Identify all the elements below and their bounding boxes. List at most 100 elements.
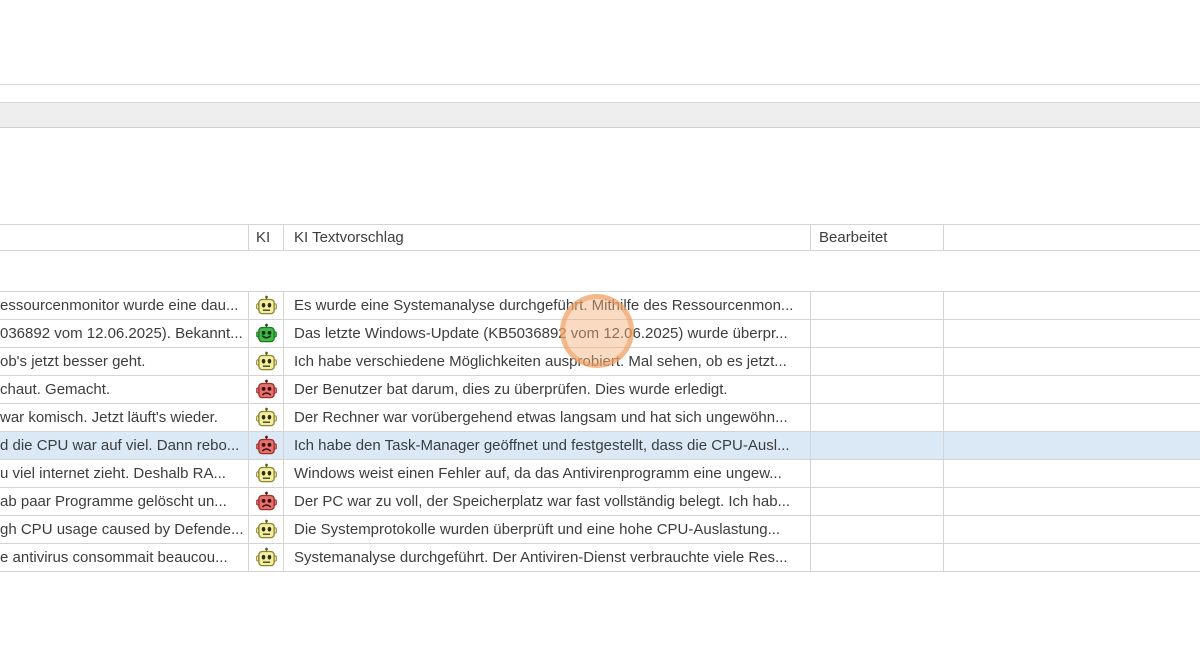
cell-bearbeitet (811, 460, 944, 487)
row-suggestion-text: Es wurde eine Systemanalyse durchgeführt… (294, 297, 793, 314)
cell-ki-status (249, 376, 284, 403)
cell-ki-status (249, 292, 284, 319)
robot-neutral-icon (256, 351, 277, 372)
row-suggestion-text: Der Rechner war vorübergehend etwas lang… (294, 409, 788, 426)
robot-sad-icon (256, 379, 277, 400)
cell-bearbeitet (811, 516, 944, 543)
table-row[interactable]: e antivirus consommait beaucou... System… (0, 544, 1200, 572)
cell-filler (944, 460, 1200, 487)
column-header-bearbeitet-label: Bearbeitet (819, 229, 887, 246)
cell-user-text: 036892 vom 12.06.2025). Bekannt... (0, 320, 249, 347)
row-left-text: d die CPU war auf viel. Dann rebo... (0, 437, 239, 454)
cell-ki-status (249, 348, 284, 375)
robot-sad-icon (256, 491, 277, 512)
cell-filler (944, 488, 1200, 515)
cell-ki-status (249, 404, 284, 431)
table-row[interactable]: gh CPU usage caused by Defende... Die Sy… (0, 516, 1200, 544)
cell-user-text: d die CPU war auf viel. Dann rebo... (0, 432, 249, 459)
column-header-bearbeitet[interactable]: Bearbeitet (811, 225, 944, 250)
robot-happy-icon (256, 323, 277, 344)
row-suggestion-text: Die Systemprotokolle wurden überprüft un… (294, 521, 780, 538)
cell-bearbeitet (811, 348, 944, 375)
row-suggestion-text: Systemanalyse durchgeführt. Der Antivire… (294, 549, 788, 566)
cell-user-text: ab paar Programme gelöscht un... (0, 488, 249, 515)
cell-ki-status (249, 516, 284, 543)
cell-bearbeitet (811, 292, 944, 319)
column-header-ki-textvorschlag[interactable]: KI Textvorschlag (284, 225, 811, 250)
cell-ki-suggestion: Der PC war zu voll, der Speicherplatz wa… (284, 488, 811, 515)
row-suggestion-text: Der Benutzer bat darum, dies zu überprüf… (294, 381, 728, 398)
row-left-text: chaut. Gemacht. (0, 381, 110, 398)
cell-ki-suggestion: Der Rechner war vorübergehend etwas lang… (284, 404, 811, 431)
row-left-text: e antivirus consommait beaucou... (0, 549, 228, 566)
row-suggestion-text: Windows weist einen Fehler auf, da das A… (294, 465, 782, 482)
cell-user-text: e antivirus consommait beaucou... (0, 544, 249, 571)
table-row[interactable]: 036892 vom 12.06.2025). Bekannt... Das l… (0, 320, 1200, 348)
row-left-text: 036892 vom 12.06.2025). Bekannt... (0, 325, 243, 342)
table-body: essourcenmonitor wurde eine dau... Es wu… (0, 291, 1200, 572)
table-header-row: KI KI Textvorschlag Bearbeitet (0, 224, 1200, 251)
table-row[interactable]: essourcenmonitor wurde eine dau... Es wu… (0, 292, 1200, 320)
cell-ki-suggestion: Ich habe verschiedene Möglichkeiten ausp… (284, 348, 811, 375)
column-header-ki[interactable]: KI (249, 225, 284, 250)
cell-ki-status (249, 432, 284, 459)
cell-ki-suggestion: Windows weist einen Fehler auf, da das A… (284, 460, 811, 487)
cell-ki-status (249, 460, 284, 487)
cell-ki-suggestion: Es wurde eine Systemanalyse durchgeführt… (284, 292, 811, 319)
cell-filler (944, 292, 1200, 319)
column-header-filler (944, 225, 1200, 250)
column-header-ki-label: KI (256, 229, 270, 246)
cell-bearbeitet (811, 544, 944, 571)
cell-filler (944, 544, 1200, 571)
robot-neutral-icon (256, 547, 277, 568)
cell-filler (944, 376, 1200, 403)
column-header-left (0, 225, 249, 250)
cell-filler (944, 348, 1200, 375)
toolbar-band (0, 103, 1200, 128)
table-row[interactable]: u viel internet zieht. Deshalb RA... Win… (0, 460, 1200, 488)
robot-sad-icon (256, 435, 277, 456)
cell-ki-suggestion: Der Benutzer bat darum, dies zu überprüf… (284, 376, 811, 403)
robot-neutral-icon (256, 463, 277, 484)
cell-ki-status (249, 488, 284, 515)
row-suggestion-text: Der PC war zu voll, der Speicherplatz wa… (294, 493, 790, 510)
row-left-text: ob's jetzt besser geht. (0, 353, 145, 370)
cell-bearbeitet (811, 432, 944, 459)
cell-filler (944, 320, 1200, 347)
cell-bearbeitet (811, 488, 944, 515)
row-suggestion-text: Ich habe den Task-Manager geöffnet und f… (294, 437, 790, 454)
table-row[interactable]: ab paar Programme gelöscht un... Der PC … (0, 488, 1200, 516)
row-left-text: u viel internet zieht. Deshalb RA... (0, 465, 226, 482)
row-left-text: essourcenmonitor wurde eine dau... (0, 297, 238, 314)
row-suggestion-text: Das letzte Windows-Update (KB5036892 vom… (294, 325, 788, 342)
column-header-ki-textvorschlag-label: KI Textvorschlag (294, 229, 404, 246)
cell-user-text: war komisch. Jetzt läuft's wieder. (0, 404, 249, 431)
row-left-text: ab paar Programme gelöscht un... (0, 493, 227, 510)
cell-user-text: gh CPU usage caused by Defende... (0, 516, 249, 543)
cell-ki-suggestion: Systemanalyse durchgeführt. Der Antivire… (284, 544, 811, 571)
cell-bearbeitet (811, 404, 944, 431)
robot-neutral-icon (256, 407, 277, 428)
table-row[interactable]: ob's jetzt besser geht. Ich habe verschi… (0, 348, 1200, 376)
robot-neutral-icon (256, 519, 277, 540)
row-left-text: gh CPU usage caused by Defende... (0, 521, 244, 538)
cell-bearbeitet (811, 376, 944, 403)
separator-line-top (0, 84, 1200, 85)
row-left-text: war komisch. Jetzt läuft's wieder. (0, 409, 218, 426)
cell-filler (944, 404, 1200, 431)
cell-ki-suggestion: Ich habe den Task-Manager geöffnet und f… (284, 432, 811, 459)
table-row[interactable]: d die CPU war auf viel. Dann rebo... Ich… (0, 432, 1200, 460)
cell-user-text: u viel internet zieht. Deshalb RA... (0, 460, 249, 487)
row-suggestion-text: Ich habe verschiedene Möglichkeiten ausp… (294, 353, 787, 370)
cell-ki-suggestion: Die Systemprotokolle wurden überprüft un… (284, 516, 811, 543)
table-row[interactable]: war komisch. Jetzt läuft's wieder. Der R… (0, 404, 1200, 432)
cell-ki-status (249, 544, 284, 571)
table-row[interactable]: chaut. Gemacht. Der Benutzer bat darum, … (0, 376, 1200, 404)
cell-filler (944, 516, 1200, 543)
robot-neutral-icon (256, 295, 277, 316)
cell-user-text: essourcenmonitor wurde eine dau... (0, 292, 249, 319)
cell-filler (944, 432, 1200, 459)
cell-ki-suggestion: Das letzte Windows-Update (KB5036892 vom… (284, 320, 811, 347)
cell-user-text: chaut. Gemacht. (0, 376, 249, 403)
cell-bearbeitet (811, 320, 944, 347)
